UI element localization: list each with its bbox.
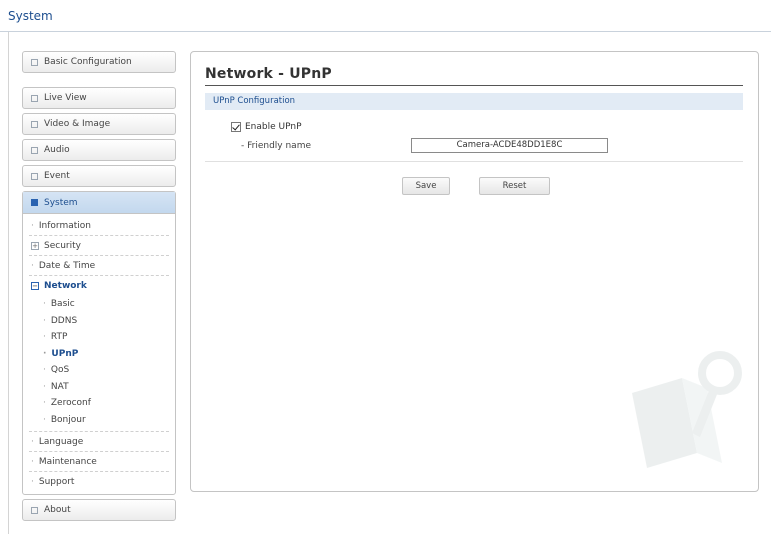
nav-about[interactable]: About (22, 499, 176, 521)
network-item-bonjour[interactable]: · Bonjour (43, 412, 169, 429)
network-item-label: QoS (50, 365, 70, 375)
network-item-label: Basic (50, 299, 75, 309)
network-item-upnp[interactable]: · UPnP (43, 346, 169, 363)
expand-plus-icon: + (31, 241, 39, 250)
app-title: System (8, 9, 53, 23)
bullet-icon: · (43, 381, 46, 392)
sidebar-item-label: Security (44, 240, 81, 251)
sidebar-item-language[interactable]: · Language (29, 432, 169, 452)
network-item-label: RTP (50, 332, 68, 342)
nav-live-view[interactable]: Live View (22, 87, 176, 109)
network-item-zeroconf[interactable]: · Zeroconf (43, 395, 169, 412)
nav-basic-configuration[interactable]: Basic Configuration (22, 51, 176, 73)
bullet-icon: · (31, 456, 34, 467)
square-icon (31, 120, 38, 128)
nav-label: Basic Configuration (44, 57, 132, 67)
square-icon (31, 58, 38, 66)
bullet-icon: · (31, 477, 34, 487)
sidebar-item-label: Network (44, 281, 87, 291)
page-title: Network - UPnP (205, 66, 332, 82)
nav-audio[interactable]: Audio (22, 139, 176, 161)
sidebar-item-support[interactable]: · Support (29, 472, 169, 492)
sidebar-item-network[interactable]: − Network (29, 276, 169, 296)
network-item-label: Bonjour (50, 414, 86, 425)
bullet-icon: · (43, 299, 46, 309)
square-icon (31, 146, 38, 154)
sidebar-item-date-time[interactable]: · Date & Time (29, 256, 169, 276)
nav-label: Live View (44, 93, 87, 103)
enable-upnp-label: Enable UPnP (245, 122, 302, 132)
sidebar-item-maintenance[interactable]: · Maintenance (29, 452, 169, 472)
network-item-nat[interactable]: · NAT (43, 379, 169, 396)
bullet-icon: · (43, 398, 46, 408)
system-group: System · Information + Security · Date &… (22, 191, 176, 495)
bullet-icon: · (31, 220, 34, 231)
sidebar-item-label: Maintenance (38, 456, 97, 467)
section-title: UPnP Configuration (213, 96, 296, 106)
system-submenu: · Information + Security · Date & Time −… (23, 214, 175, 494)
nav-label: Video & Image (44, 119, 111, 129)
nav-label: Audio (44, 145, 70, 155)
network-item-ddns[interactable]: · DDNS (43, 313, 169, 330)
square-icon (31, 94, 38, 102)
sidebar-item-label: Language (38, 436, 84, 447)
friendly-name-input[interactable]: Camera-ACDE48DD1E8C (411, 138, 608, 153)
bullet-icon: · (43, 332, 46, 342)
bullet-icon: · (43, 315, 46, 326)
network-item-qos[interactable]: · QoS (43, 362, 169, 379)
nav-video-image[interactable]: Video & Image (22, 113, 176, 135)
friendly-name-label: - Friendly name (241, 141, 311, 151)
sidebar-item-security[interactable]: + Security (29, 236, 169, 256)
sidebar: Basic Configuration Live View Video & Im… (22, 51, 176, 525)
nav-label: About (44, 505, 71, 515)
nav-system[interactable]: System (23, 192, 175, 214)
divider (205, 161, 743, 162)
bullet-icon: · (43, 365, 46, 375)
nav-event[interactable]: Event (22, 165, 176, 187)
sidebar-item-label: Date & Time (38, 260, 96, 271)
network-item-rtp[interactable]: · RTP (43, 329, 169, 346)
filled-square-icon (31, 199, 38, 206)
nav-label: Event (44, 171, 70, 181)
bullet-icon: · (43, 348, 47, 359)
bullet-icon: · (31, 436, 34, 447)
network-item-label: UPnP (51, 348, 79, 359)
top-bar: System (0, 0, 771, 32)
reset-button[interactable]: Reset (479, 177, 550, 195)
title-divider (205, 85, 743, 86)
network-submenu: · Basic · DDNS · RTP · UPnP · QoS · NAT · Zeroc… (29, 296, 169, 432)
section-header: UPnP Configuration (205, 93, 743, 110)
main-panel: Network - UPnP UPnP Configuration Enable… (190, 51, 759, 492)
nav-label: System (44, 197, 78, 208)
save-button[interactable]: Save (402, 177, 450, 195)
bullet-icon: · (31, 260, 34, 271)
sidebar-item-label: Information (38, 220, 91, 231)
sidebar-item-information[interactable]: · Information (29, 216, 169, 236)
network-item-label: NAT (50, 381, 69, 392)
sidebar-item-label: Support (38, 477, 75, 487)
square-icon (31, 172, 38, 180)
network-item-label: DDNS (50, 315, 78, 326)
enable-upnp-checkbox[interactable] (231, 122, 241, 132)
tools-watermark-icon (632, 351, 742, 468)
square-icon (31, 506, 38, 514)
collapse-minus-icon: − (31, 282, 39, 290)
enable-upnp-row: Enable UPnP (231, 122, 302, 132)
network-item-basic[interactable]: · Basic (43, 296, 169, 313)
network-item-label: Zeroconf (50, 398, 91, 408)
bullet-icon: · (43, 414, 46, 425)
